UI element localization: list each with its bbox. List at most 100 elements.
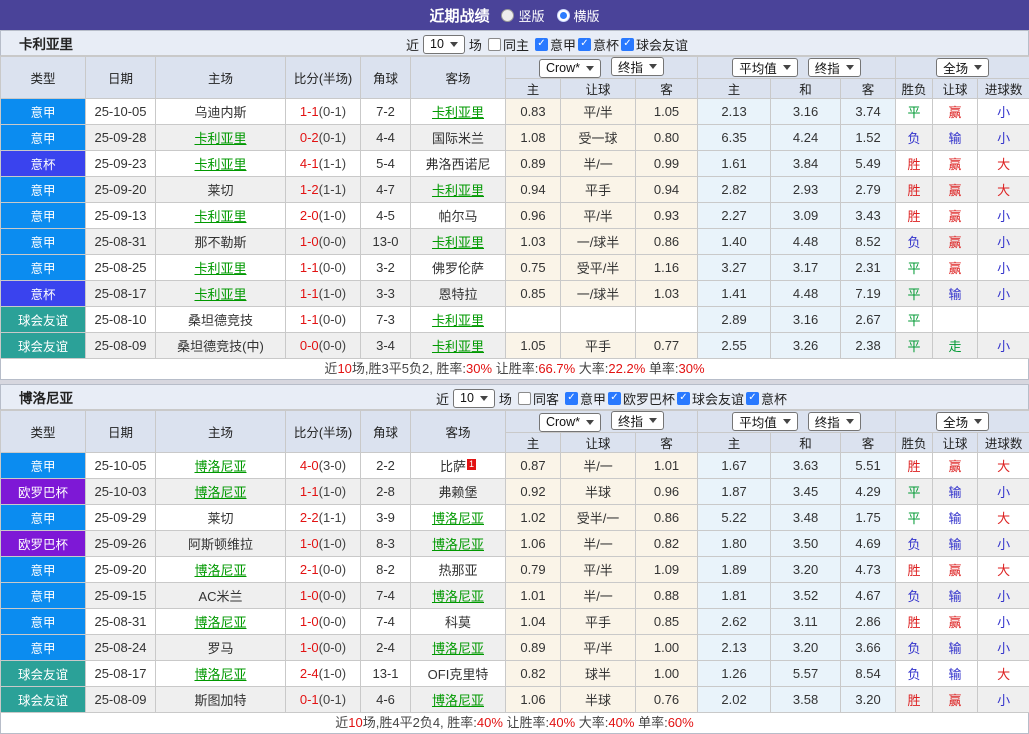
team-link[interactable]: 博洛尼亚 xyxy=(432,589,484,604)
team-link[interactable]: 博洛尼亚 xyxy=(432,693,484,708)
team-link[interactable]: OFI克里特 xyxy=(428,667,489,682)
col-result: 胜负 xyxy=(896,79,933,99)
league-checkbox[interactable] xyxy=(677,392,690,405)
match-row: 意甲25-08-25卡利亚里1-1(0-0)3-2佛罗伦萨0.75受平/半1.1… xyxy=(1,255,1029,281)
team-link[interactable]: 卡利亚里 xyxy=(432,339,484,354)
team-link[interactable]: 卡利亚里 xyxy=(194,209,246,224)
col-away: 客场 xyxy=(411,411,506,453)
odds-value: 半球 xyxy=(561,687,636,713)
team-link[interactable]: 博洛尼亚 xyxy=(432,511,484,526)
team-link[interactable]: 博洛尼亚 xyxy=(432,641,484,656)
team-link[interactable]: 桑坦德竞技(中) xyxy=(177,339,264,354)
goals-mark: 大 xyxy=(978,453,1029,479)
same-venue-checkbox[interactable] xyxy=(488,38,501,51)
team-link[interactable]: 恩特拉 xyxy=(438,287,477,302)
col-odds-away: 客 xyxy=(636,79,698,99)
handicap-mark: 输 xyxy=(933,505,978,531)
league-checkbox[interactable] xyxy=(535,38,548,51)
team-link[interactable]: 莱切 xyxy=(207,183,233,198)
layout-option-vertical[interactable]: 竖版 xyxy=(501,6,544,25)
team-link[interactable]: 莱切 xyxy=(207,511,233,526)
odds-value: 0.94 xyxy=(636,177,698,203)
avg-odds-value: 8.52 xyxy=(841,229,896,255)
team-link[interactable]: 卡利亚里 xyxy=(194,157,246,172)
team-link[interactable]: 热那亚 xyxy=(438,563,477,578)
league-checkbox[interactable] xyxy=(565,392,578,405)
away-team-cell: 卡利亚里 xyxy=(411,177,506,203)
match-count-select[interactable]: 10 xyxy=(423,35,465,54)
league-filter[interactable]: 意杯 xyxy=(746,389,787,408)
odds-final-select[interactable]: 终指 xyxy=(611,57,664,76)
goals-mark: 大 xyxy=(978,505,1029,531)
avg-odds-value: 1.61 xyxy=(698,151,771,177)
league-filter[interactable]: 欧罗巴杯 xyxy=(608,389,675,408)
team-link[interactable]: 卡利亚里 xyxy=(194,287,246,302)
team-link[interactable]: 博洛尼亚 xyxy=(194,615,246,630)
same-venue-filter[interactable]: 同客 xyxy=(518,389,559,408)
league-filter[interactable]: 意甲 xyxy=(535,35,576,54)
team-link[interactable]: 帕尔马 xyxy=(438,209,477,224)
odds-final-select[interactable]: 终指 xyxy=(611,411,664,430)
team-link[interactable]: 博洛尼亚 xyxy=(194,667,246,682)
league-checkbox[interactable] xyxy=(621,38,634,51)
same-venue-checkbox[interactable] xyxy=(518,392,531,405)
team-link[interactable]: 斯图加特 xyxy=(194,693,246,708)
team-link[interactable]: 博洛尼亚 xyxy=(432,537,484,552)
team-link[interactable]: 比萨 xyxy=(440,459,466,474)
odds-value: 平手 xyxy=(561,609,636,635)
team-link[interactable]: 卡利亚里 xyxy=(432,235,484,250)
league-filter[interactable]: 球会友谊 xyxy=(677,389,744,408)
team-link[interactable]: 博洛尼亚 xyxy=(194,563,246,578)
team-link[interactable]: 卡利亚里 xyxy=(432,313,484,328)
odds-value: 0.99 xyxy=(636,151,698,177)
team-link[interactable]: 科莫 xyxy=(445,615,471,630)
team-link[interactable]: 卡利亚里 xyxy=(194,131,246,146)
handicap-mark xyxy=(933,307,978,333)
odds-source-select[interactable]: Crow* xyxy=(539,413,601,432)
same-venue-filter[interactable]: 同主 xyxy=(488,35,529,54)
odds-value: 受一球 xyxy=(561,125,636,151)
scope-select[interactable]: 全场 xyxy=(936,58,989,77)
radio-selected-icon[interactable] xyxy=(557,9,570,22)
score-cell: 0-2(0-1) xyxy=(286,125,361,151)
odds-value: 0.96 xyxy=(506,203,561,229)
avg-odds-value: 1.26 xyxy=(698,661,771,687)
goals-mark: 大 xyxy=(978,177,1029,203)
match-count-select[interactable]: 10 xyxy=(453,389,495,408)
league-checkbox[interactable] xyxy=(578,38,591,51)
header-dropdown-row: 类型 日期 主场 比分(半场) 角球 客场 Crow*终指 平均值终指 全场 xyxy=(1,57,1029,79)
match-row: 意甲25-09-28卡利亚里0-2(0-1)4-4国际米兰1.08受一球0.80… xyxy=(1,125,1029,151)
avg-source-select[interactable]: 平均值 xyxy=(732,58,798,77)
team-link[interactable]: AC米兰 xyxy=(198,589,242,604)
team-link[interactable]: 弗洛西诺尼 xyxy=(425,157,490,172)
radio-icon[interactable] xyxy=(501,9,514,22)
team-link[interactable]: 乌迪内斯 xyxy=(194,105,246,120)
league-checkbox[interactable] xyxy=(608,392,621,405)
team-link[interactable]: 卡利亚里 xyxy=(432,105,484,120)
layout-option-horizontal[interactable]: 横版 xyxy=(557,6,600,25)
avg-final-select[interactable]: 终指 xyxy=(808,58,861,77)
team-link[interactable]: 博洛尼亚 xyxy=(194,485,246,500)
team-link[interactable]: 那不勒斯 xyxy=(194,235,246,250)
scope-select[interactable]: 全场 xyxy=(936,412,989,431)
league-filter[interactable]: 意杯 xyxy=(578,35,619,54)
team-link[interactable]: 阿斯顿维拉 xyxy=(188,537,253,552)
avg-final-select[interactable]: 终指 xyxy=(808,412,861,431)
team-link[interactable]: 博洛尼亚 xyxy=(194,459,246,474)
team-link[interactable]: 佛罗伦萨 xyxy=(432,261,484,276)
team-link[interactable]: 桑坦德竞技 xyxy=(188,313,253,328)
team-link[interactable]: 国际米兰 xyxy=(432,131,484,146)
league-filter[interactable]: 意甲 xyxy=(565,389,606,408)
team-link[interactable]: 卡利亚里 xyxy=(194,261,246,276)
handicap-mark: 输 xyxy=(933,583,978,609)
team-link[interactable]: 罗马 xyxy=(207,641,233,656)
league-filter[interactable]: 球会友谊 xyxy=(621,35,688,54)
team-link[interactable]: 弗赖堡 xyxy=(438,485,477,500)
league-checkbox[interactable] xyxy=(746,392,759,405)
avg-source-select[interactable]: 平均值 xyxy=(732,412,798,431)
odds-source-select[interactable]: Crow* xyxy=(539,59,601,78)
team-link[interactable]: 卡利亚里 xyxy=(432,183,484,198)
match-date: 25-09-26 xyxy=(86,531,156,557)
handicap-mark: 输 xyxy=(933,635,978,661)
odds-value: 1.01 xyxy=(636,453,698,479)
